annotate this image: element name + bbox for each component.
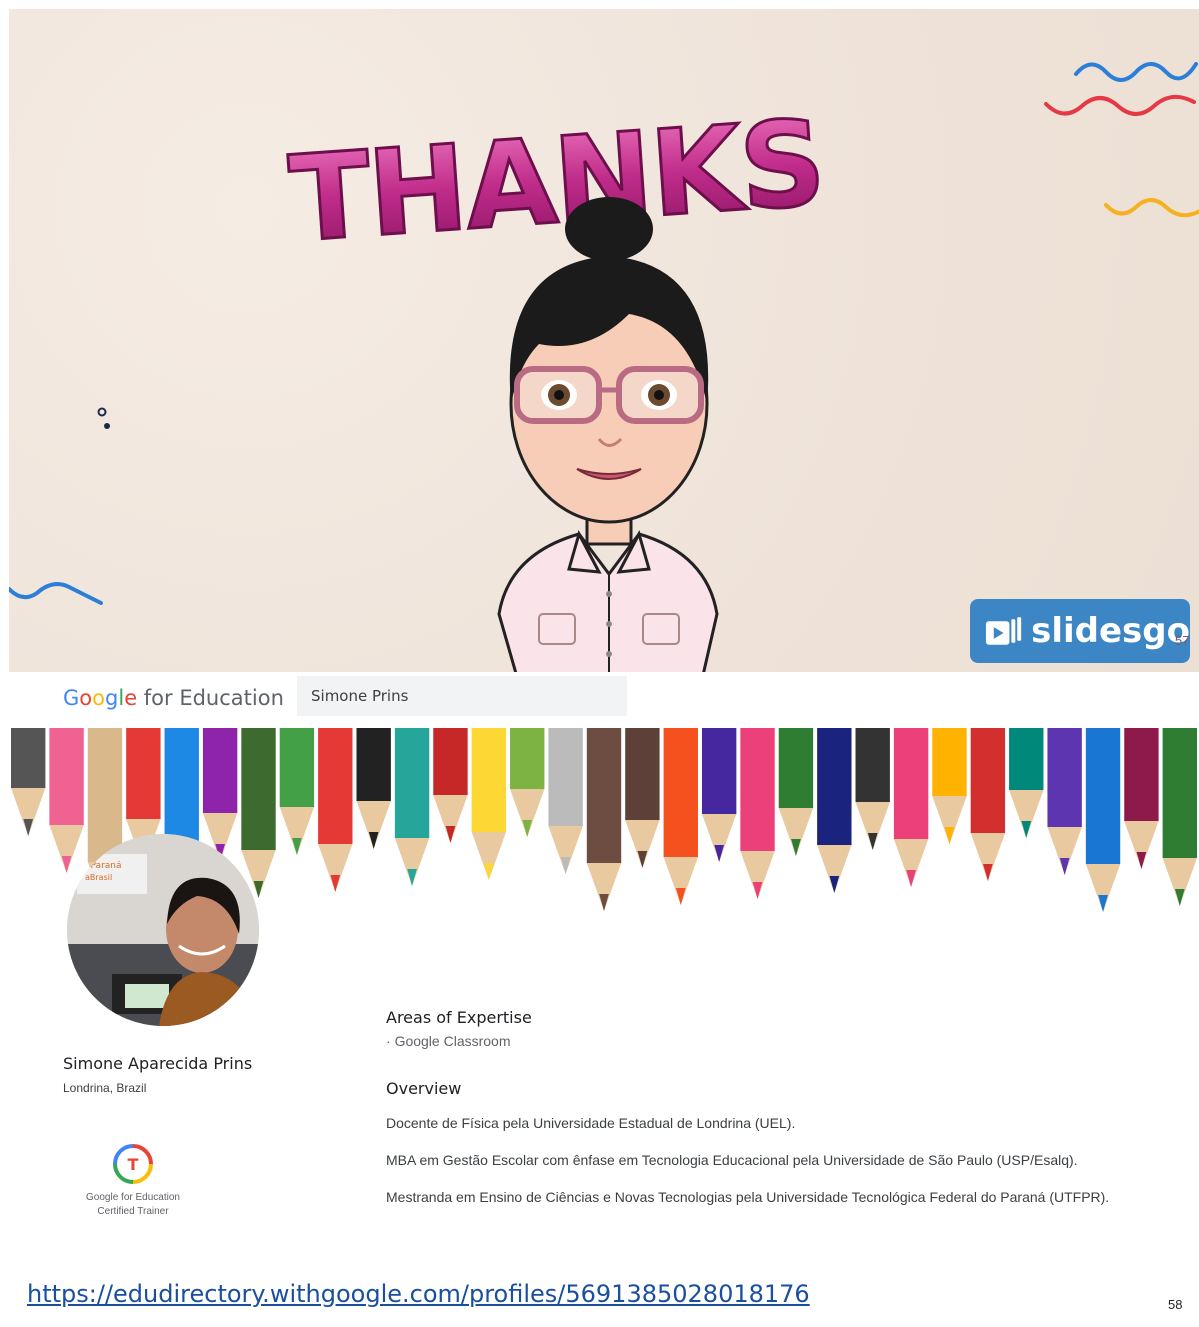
pencil-body [49, 728, 84, 825]
pencil-tip [61, 856, 72, 873]
pencil-tip [1174, 889, 1185, 906]
pencil-body [1085, 728, 1121, 864]
profile-name: Simone Aparecida Prins [63, 1054, 253, 1073]
expertise-item-label: Google Classroom [394, 1033, 511, 1049]
pencil-tip [560, 857, 571, 874]
pencil-tip [791, 839, 801, 856]
pencil-tip [368, 832, 379, 849]
pencil-body [586, 728, 622, 863]
profile-link[interactable]: https://edudirectory.withgoogle.com/prof… [27, 1280, 810, 1308]
top-bar: Google for Education [9, 672, 1199, 728]
pencil-tip [253, 881, 264, 898]
pencil-body [663, 728, 698, 857]
pencil-body [1009, 728, 1044, 790]
pencil-tip [829, 876, 840, 893]
logo-suffix: for Education [137, 686, 284, 710]
pencil-body [893, 728, 929, 839]
blue-squiggle-decoration [1074, 62, 1198, 82]
badge-line1: Google for Education [86, 1192, 180, 1203]
pencil-body [126, 728, 161, 819]
pencil-body [701, 728, 737, 814]
pencil-body [318, 728, 353, 844]
overview-line-1: Docente de Física pela Universidade Esta… [386, 1115, 796, 1131]
pencil-body [625, 728, 660, 820]
pencil-tip [599, 894, 609, 911]
pencil-body [855, 728, 890, 802]
pencil-body [11, 728, 46, 788]
blue-squiggle-bottom-decoration [9, 582, 103, 605]
red-squiggle-decoration [1044, 94, 1196, 116]
pencil-tip [867, 833, 878, 850]
pencil-tip [637, 851, 648, 868]
slide-number: 57 [1175, 633, 1190, 648]
pencil-body [548, 728, 583, 826]
expertise-title: Areas of Expertise [386, 1008, 532, 1027]
pencil-body [817, 728, 852, 845]
pencil-body [241, 728, 276, 850]
overview-line-3: Mestranda em Ensino de Ciências e Novas … [386, 1189, 1110, 1205]
pencil-tip [983, 864, 993, 881]
search-input[interactable] [297, 676, 627, 716]
slidesgo-label: slidesgo [1031, 611, 1190, 651]
profile-location: Londrina, Brazil [63, 1081, 147, 1095]
pencil-tip [23, 819, 34, 836]
slidesgo-logo-icon [985, 617, 1022, 645]
pencil-tip [522, 820, 533, 837]
pencil-body [433, 728, 468, 795]
certified-trainer-badge: T Google for Education Certified Trainer [77, 1142, 189, 1219]
pencil-body [87, 728, 123, 862]
page-number: 58 [1168, 1297, 1183, 1312]
pencil-body [778, 728, 814, 808]
svg-text:T: T [128, 1155, 139, 1174]
pencil-tip [484, 863, 494, 880]
pencil-tip [714, 845, 724, 862]
certified-trainer-icon: T [113, 1144, 153, 1184]
pencil-body [279, 728, 315, 807]
pencil-body [471, 728, 507, 832]
slidesgo-brand-badge: slidesgo [970, 599, 1190, 663]
overview-line-2: MBA em Gestão Escolar com ênfase em Tecn… [386, 1152, 1078, 1168]
pencil-body [740, 728, 775, 851]
pencil-tip [407, 869, 417, 886]
pencil-body [510, 728, 545, 789]
svg-text:aBrasil: aBrasil [85, 873, 112, 882]
pencil-tip [906, 870, 916, 887]
pencil-body [202, 728, 238, 813]
pencil-tip [292, 838, 302, 855]
pencil-body [1162, 728, 1197, 858]
avatar: eParaná aBrasil [67, 834, 259, 1026]
google-for-education-logo[interactable]: Google for Education [63, 686, 284, 710]
pencil-body [394, 728, 430, 838]
pencil-tip [1098, 895, 1108, 912]
pencil-tip [1021, 821, 1032, 838]
yellow-squiggle-decoration [1104, 198, 1199, 218]
pencil-body [932, 728, 967, 796]
avatar-illustration [497, 197, 719, 672]
pencil-tip [944, 827, 955, 844]
pencil-body [970, 728, 1006, 833]
pencil-tip [752, 882, 763, 899]
expertise-item: · Google Classroom [386, 1033, 511, 1049]
pencil-tip [1136, 852, 1147, 869]
dots-decoration [97, 407, 110, 429]
profile-photo: eParaná aBrasil [67, 834, 259, 1026]
badge-line2: Certified Trainer [97, 1206, 169, 1217]
overview-title: Overview [386, 1079, 462, 1098]
pencil-tip [330, 875, 341, 892]
pencil-tip [1059, 858, 1070, 875]
pencil-tip [445, 826, 456, 843]
slide-thanks: THANKS slidesgo 57 [9, 9, 1199, 672]
edu-directory-profile: Google for Education eParaná aBrasil Sim… [9, 672, 1199, 1262]
pencil-body [1124, 728, 1159, 821]
pencil-body [1047, 728, 1082, 827]
pencil-body [356, 728, 391, 801]
pencil-tip [675, 888, 686, 905]
